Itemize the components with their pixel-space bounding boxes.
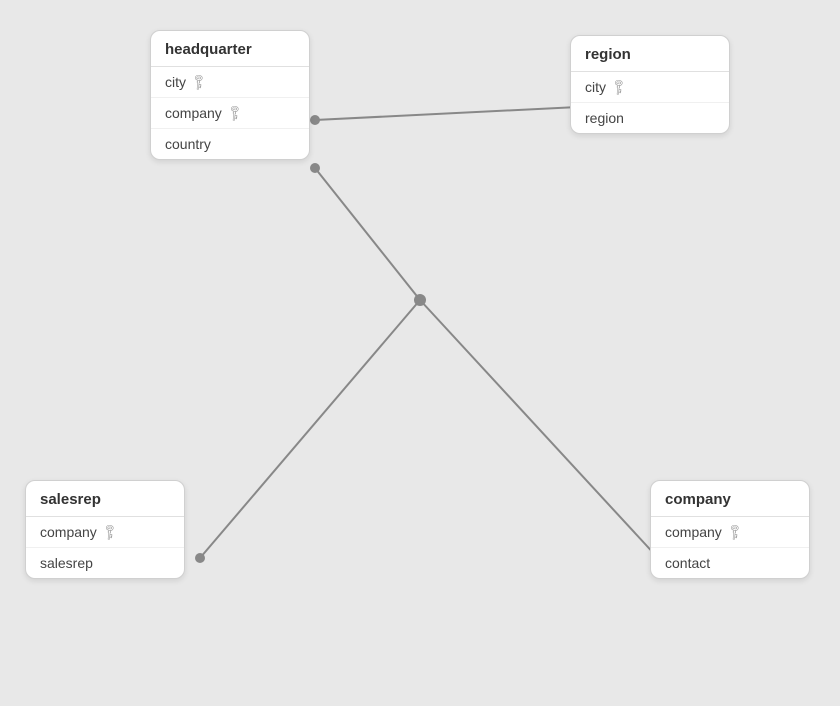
headquarter-country-label: country <box>165 136 211 152</box>
table-region: region city 🗝 region <box>570 35 730 134</box>
table-headquarter: headquarter city 🗝 company 🗝 country <box>150 30 310 160</box>
company-contact-row: contact <box>651 548 809 578</box>
company-company-key-icon: 🗝 <box>724 522 745 543</box>
headquarter-city-key-icon: 🗝 <box>188 72 209 93</box>
salesrep-salesrep-label: salesrep <box>40 555 93 571</box>
region-city-key-icon: 🗝 <box>608 77 629 98</box>
headquarter-company-key-icon: 🗝 <box>224 103 245 124</box>
company-company-label: company <box>665 524 722 540</box>
salesrep-title: salesrep <box>26 481 184 517</box>
salesrep-company-label: company <box>40 524 97 540</box>
company-title: company <box>651 481 809 517</box>
region-region-label: region <box>585 110 624 126</box>
salesrep-salesrep-row: salesrep <box>26 548 184 578</box>
headquarter-title: headquarter <box>151 31 309 67</box>
table-salesrep: salesrep company 🗝 salesrep <box>25 480 185 579</box>
headquarter-company-label: company <box>165 105 222 121</box>
table-company: company company 🗝 contact <box>650 480 810 579</box>
headquarter-company-row: company 🗝 <box>151 98 309 129</box>
diagram-container: headquarter city 🗝 company 🗝 country reg… <box>0 0 840 706</box>
headquarter-city-row: city 🗝 <box>151 67 309 98</box>
salesrep-company-row: company 🗝 <box>26 517 184 548</box>
headquarter-city-label: city <box>165 74 186 90</box>
headquarter-country-row: country <box>151 129 309 159</box>
region-city-label: city <box>585 79 606 95</box>
region-city-row: city 🗝 <box>571 72 729 103</box>
company-company-row: company 🗝 <box>651 517 809 548</box>
salesrep-company-key-icon: 🗝 <box>99 522 120 543</box>
company-contact-label: contact <box>665 555 710 571</box>
region-title: region <box>571 36 729 72</box>
region-region-row: region <box>571 103 729 133</box>
